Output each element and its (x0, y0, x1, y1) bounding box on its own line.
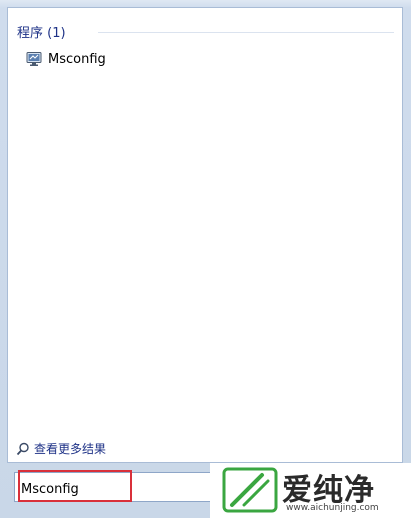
see-more-label: 查看更多结果 (34, 442, 107, 456)
watermark: 爱纯净 www.aichunjing.com (210, 463, 411, 518)
result-item-msconfig[interactable]: Msconfig (26, 48, 106, 70)
section-divider (98, 32, 394, 33)
search-icon (16, 442, 29, 455)
start-search-box[interactable] (14, 472, 214, 502)
watermark-url: www.aichunjing.com (286, 503, 379, 513)
search-input[interactable] (21, 477, 137, 501)
msconfig-monitor-icon (26, 52, 42, 66)
leaf-logo-icon (222, 467, 278, 513)
result-item-label: Msconfig (48, 51, 106, 67)
search-results-pane: 程序 (1) Msconfig 查看更多结果 (7, 7, 403, 463)
start-menu-panel: 程序 (1) Msconfig 查看更多结果 Msconfig 爱纯净 www.… (0, 0, 411, 518)
programs-section-header: 程序 (1) (17, 26, 66, 41)
see-more-results-link[interactable]: 查看更多结果 (16, 440, 106, 457)
